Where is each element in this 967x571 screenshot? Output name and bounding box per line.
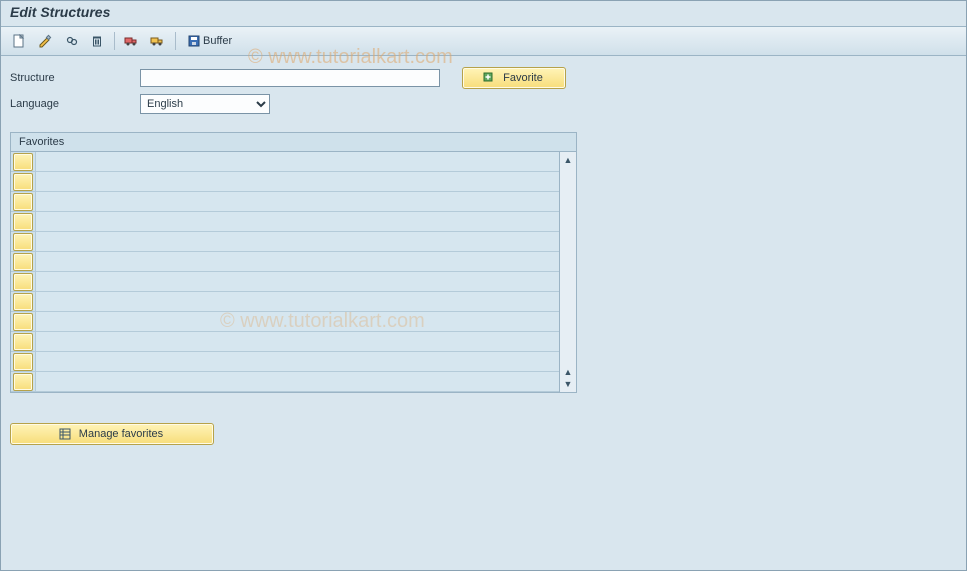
- favorites-row-handle[interactable]: [13, 293, 33, 311]
- transport-button[interactable]: [121, 30, 143, 52]
- table-row: [11, 292, 559, 312]
- transport-icon: [124, 34, 140, 48]
- favorites-row-handle[interactable]: [13, 313, 33, 331]
- scroll-up-icon[interactable]: ▲: [562, 154, 574, 166]
- change-button[interactable]: [34, 30, 56, 52]
- display-button[interactable]: [60, 30, 82, 52]
- table-row: [11, 172, 559, 192]
- table-row: [11, 352, 559, 372]
- favorites-row-cell[interactable]: [35, 212, 559, 231]
- favorites-row-cell[interactable]: [35, 332, 559, 351]
- favorite-button[interactable]: Favorite: [462, 67, 566, 89]
- favorites-row-cell[interactable]: [35, 272, 559, 291]
- favorites-row-cell[interactable]: [35, 192, 559, 211]
- favorites-row-cell[interactable]: [35, 292, 559, 311]
- favorites-row-handle[interactable]: [13, 373, 33, 391]
- manage-favorites-label: Manage favorites: [79, 428, 163, 440]
- favorites-panel-header: Favorites: [11, 133, 576, 152]
- table-row: [11, 332, 559, 352]
- table-row: [11, 212, 559, 232]
- favorites-row-handle[interactable]: [13, 233, 33, 251]
- favorites-row-handle[interactable]: [13, 213, 33, 231]
- add-favorite-icon: [481, 70, 497, 86]
- delete-icon: [90, 34, 104, 48]
- favorites-row-handle[interactable]: [13, 193, 33, 211]
- table-row: [11, 272, 559, 292]
- language-select[interactable]: English: [140, 94, 270, 114]
- favorites-row-cell[interactable]: [35, 152, 559, 171]
- manage-favorites-icon: [57, 426, 73, 442]
- favorites-row-handle[interactable]: [13, 253, 33, 271]
- language-row: Language English: [10, 94, 957, 114]
- favorites-row-handle[interactable]: [13, 273, 33, 291]
- favorites-row-cell[interactable]: [35, 352, 559, 371]
- scroll-up2-icon[interactable]: ▲: [562, 366, 574, 378]
- delete-button[interactable]: [86, 30, 108, 52]
- content-area: Structure Favorite Language English Favo…: [0, 56, 967, 457]
- favorites-row-cell[interactable]: [35, 172, 559, 191]
- buffer-button[interactable]: Buffer: [182, 30, 237, 52]
- truck-button[interactable]: [147, 30, 169, 52]
- application-toolbar: Buffer: [0, 27, 967, 56]
- create-button[interactable]: [8, 30, 30, 52]
- toolbar-separator: [175, 32, 176, 50]
- favorites-row-cell[interactable]: [35, 372, 559, 391]
- manage-favorites-row: Manage favorites: [10, 423, 957, 445]
- page-title: Edit Structures: [0, 0, 967, 27]
- table-row: [11, 192, 559, 212]
- table-row: [11, 372, 559, 392]
- manage-favorites-button[interactable]: Manage favorites: [10, 423, 214, 445]
- favorites-row-handle[interactable]: [13, 173, 33, 191]
- create-icon: [12, 34, 26, 48]
- favorites-panel: Favorites ▲ ▲ ▼: [10, 132, 577, 393]
- buffer-button-label: Buffer: [203, 35, 232, 47]
- favorite-button-label: Favorite: [503, 72, 543, 84]
- buffer-icon: [187, 34, 201, 48]
- table-row: [11, 252, 559, 272]
- favorites-row-handle[interactable]: [13, 333, 33, 351]
- favorites-row-handle[interactable]: [13, 353, 33, 371]
- favorites-row-cell[interactable]: [35, 312, 559, 331]
- page-title-text: Edit Structures: [10, 4, 110, 20]
- favorites-list: [11, 152, 560, 392]
- favorites-row-cell[interactable]: [35, 232, 559, 251]
- structure-label: Structure: [10, 72, 140, 84]
- structure-row: Structure Favorite: [10, 68, 957, 88]
- display-icon: [64, 34, 78, 48]
- structure-input[interactable]: [140, 69, 440, 87]
- favorites-body: ▲ ▲ ▼: [11, 152, 576, 392]
- toolbar-separator: [114, 32, 115, 50]
- table-row: [11, 312, 559, 332]
- table-row: [11, 152, 559, 172]
- scroll-down-icon[interactable]: ▼: [562, 378, 574, 390]
- favorites-scrollbar[interactable]: ▲ ▲ ▼: [560, 152, 576, 392]
- truck-icon: [150, 34, 166, 48]
- favorites-row-handle[interactable]: [13, 153, 33, 171]
- favorites-panel-title: Favorites: [19, 136, 64, 148]
- table-row: [11, 232, 559, 252]
- favorites-row-cell[interactable]: [35, 252, 559, 271]
- change-icon: [38, 34, 52, 48]
- language-label: Language: [10, 98, 140, 110]
